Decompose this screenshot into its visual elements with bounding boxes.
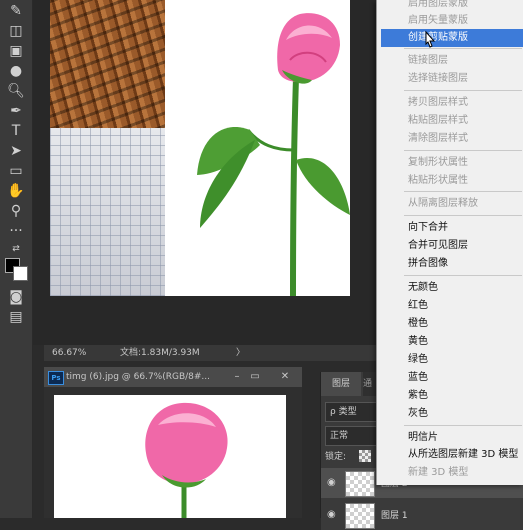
- menu-item: 选择链接图层: [408, 73, 468, 84]
- more-icon[interactable]: ···: [6, 222, 26, 240]
- background-color-icon[interactable]: [13, 266, 28, 281]
- zoom-level[interactable]: 66.67%: [52, 345, 86, 361]
- visibility-eye-icon[interactable]: ◉: [327, 477, 339, 489]
- menu-item: 拷贝图层样式: [408, 97, 468, 108]
- menu-item[interactable]: 无颜色: [408, 279, 523, 297]
- layer-thumbnail: [345, 503, 375, 529]
- rectangle-icon[interactable]: ▭: [6, 162, 26, 180]
- menu-item: 粘贴形状属性: [408, 175, 468, 186]
- menu-item: 新建 3D 模型: [408, 467, 469, 478]
- menu-separator: [404, 90, 522, 91]
- menu-item: 复制形状属性: [408, 157, 468, 168]
- menu-item[interactable]: 红色: [408, 297, 523, 315]
- tab-layers[interactable]: 图层: [321, 372, 361, 396]
- layer-name: 图层 1: [381, 511, 408, 521]
- document-tab[interactable]: Ps timg (6).jpg @ 66.7%(RGB/8#... – ▭ ✕: [44, 367, 302, 387]
- eraser-icon[interactable]: ◫: [6, 22, 26, 40]
- menu-item[interactable]: 紫色: [408, 387, 523, 405]
- document-window: Ps timg (6).jpg @ 66.7%(RGB/8#... – ▭ ✕: [44, 367, 302, 518]
- menu-item[interactable]: 橙色: [408, 315, 523, 333]
- layer-context-menu: 启用图层蒙版 启用矢量蒙版 创建剪贴蒙版 链接图层 选择链接图层 拷贝图层样式 粘贴图层样式…: [376, 0, 523, 485]
- status-bar: 66.67% 文档:1.83M/3.93M 〉: [44, 345, 382, 361]
- menu-item: 从隔离图层释放: [408, 198, 478, 209]
- menu-separator: [404, 425, 522, 426]
- rose-image-2: [145, 402, 228, 518]
- document-size-info: 文档:1.83M/3.93M: [120, 348, 200, 358]
- lock-transparency-icon[interactable]: [359, 450, 371, 462]
- mouse-cursor-icon: [425, 30, 436, 48]
- menu-separator: [404, 150, 522, 151]
- menu-item[interactable]: 灰色: [408, 405, 523, 423]
- menu-separator: [404, 275, 522, 276]
- quick-mask-icon[interactable]: ◙: [6, 288, 26, 306]
- dodge-icon[interactable]: 🔍︎: [6, 82, 26, 100]
- document-image[interactable]: [50, 0, 350, 296]
- swap-colors-icon[interactable]: ⇄: [6, 240, 26, 258]
- menu-item[interactable]: 向下合并: [408, 219, 523, 237]
- menu-item[interactable]: 创建剪贴蒙版: [381, 29, 523, 47]
- zoom-icon[interactable]: ⚲: [6, 202, 26, 220]
- gradient-icon[interactable]: ▣: [6, 42, 26, 60]
- status-menu-arrow-icon[interactable]: 〉: [236, 345, 245, 361]
- menu-item[interactable]: 明信片: [408, 429, 523, 447]
- rose-image: [197, 13, 350, 296]
- type-icon[interactable]: T: [6, 122, 26, 140]
- document-image-2[interactable]: [54, 395, 286, 518]
- menu-item: 启用矢量蒙版: [408, 15, 468, 26]
- menu-separator: [404, 191, 522, 192]
- menu-item[interactable]: 合并可见图层: [408, 237, 523, 255]
- visibility-eye-icon[interactable]: ◉: [327, 509, 339, 521]
- maximize-button[interactable]: ▭: [248, 370, 262, 384]
- menu-item[interactable]: 蓝色: [408, 369, 523, 387]
- minimize-button[interactable]: –: [230, 370, 244, 384]
- path-select-icon[interactable]: ➤: [6, 142, 26, 160]
- menu-item[interactable]: 从所选图层新建 3D 模型: [408, 446, 523, 464]
- menu-item: 链接图层: [408, 55, 448, 66]
- screen-mode-icon[interactable]: ▤: [6, 308, 26, 326]
- layer-thumbnail: [345, 471, 375, 497]
- brush-tool-icon[interactable]: ✎: [6, 2, 26, 20]
- pen-icon[interactable]: ✒: [6, 102, 26, 120]
- tools-panel: ✎ ◫ ▣ ● 🔍︎ ✒ T ➤ ▭ ✋ ⚲ ··· ⇄ ◙ ▤: [0, 0, 33, 518]
- menu-item[interactable]: 拼合图像: [408, 255, 523, 273]
- document-title: timg (6).jpg @ 66.7%(RGB/8#...: [66, 372, 211, 382]
- menu-item: 清除图层样式: [408, 133, 468, 144]
- lock-label: 锁定:: [325, 452, 347, 462]
- hand-icon[interactable]: ✋: [6, 182, 26, 200]
- blend-mode-value: 正常: [330, 431, 349, 441]
- menu-separator: [404, 215, 522, 216]
- photoshop-logo-icon: Ps: [48, 371, 64, 385]
- blur-drop-icon[interactable]: ●: [6, 62, 26, 80]
- menu-item[interactable]: 黄色: [408, 333, 523, 351]
- close-button[interactable]: ✕: [278, 370, 292, 384]
- layer-row[interactable]: ◉ 图层 1: [321, 500, 523, 530]
- menu-item: 粘贴图层样式: [408, 115, 468, 126]
- menu-item[interactable]: 绿色: [408, 351, 523, 369]
- layer-filter-label: ρ 类型: [330, 407, 357, 417]
